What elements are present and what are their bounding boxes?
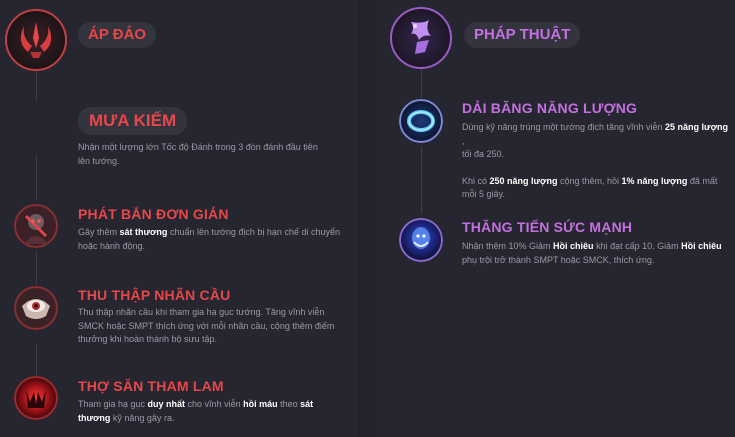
desc-line: Nhận một lượng lớn Tốc độ Đánh trong 3 đ… [78,142,318,152]
cheap-shot-icon[interactable] [14,204,58,248]
desc-line: hoặc hành động. [78,240,146,251]
rune-description: Dùng kỹ năng trúng một tướng địch tăng v… [462,121,732,202]
desc-line: lên tướng. [78,155,120,166]
desc-line: Thu thập nhãn cầu khi tham gia hạ gục tư… [78,307,325,317]
tree-connector-line [36,344,37,376]
rune-title: THU THẬP NHÃN CẦU [78,287,231,303]
rune-title: DẢI BĂNG NĂNG LƯỢNG [462,100,638,116]
domination-panel: ÁP ĐẢO MƯA KIẾM Nhận một lượng lớn Tốc đ… [0,0,358,437]
keystone-description: Nhận một lượng lớn Tốc độ Đánh trong 3 đ… [78,141,348,168]
tree-connector-line [36,155,37,200]
rune-title: THỢ SĂN THAM LAM [78,378,224,394]
keystone-title: MƯA KIẾM [78,107,188,135]
sorcery-tree-icon [389,6,453,70]
desc-line: thương kỹ năng gây ra. [78,412,175,423]
eyeball-collection-icon[interactable] [14,286,58,330]
rune-description: Tham gia hạ gục duy nhất cho vĩnh viễn h… [78,398,353,425]
rune-title: PHÁT BẮN ĐƠN GIẢN [78,206,229,222]
rune-description: Thu thập nhãn cầu khi tham gia hạ gục tư… [78,306,353,347]
desc-line: mỗi 5 giây. [462,189,505,199]
desc-line: Tham gia hạ gục duy nhất cho vĩnh viễn h… [78,399,314,409]
desc-line: Khi có 250 năng lượng cộng thêm, hồi 1% … [462,175,718,186]
desc-line: phụ trội trở thành SMPT hoặc SMCK, thích… [462,254,655,265]
ravenous-hunter-icon[interactable] [14,376,58,420]
rune-title: THĂNG TIẾN SỨC MẠNH [462,219,633,235]
desc-line: thưởng khi hoàn thành bộ sưu tập. [78,334,218,344]
tree-connector-line [421,146,422,214]
desc-line: tối đa 250. [462,149,505,159]
desc-line: SMCK hoặc SMPT thích ứng với mỗi nhãn cầ… [78,320,335,331]
manaflow-band-icon[interactable] [399,99,443,143]
tree-title: PHÁP THUẬT [464,22,581,48]
tree-title: ÁP ĐẢO [78,22,157,48]
sorcery-panel: PHÁP THUẬT DẢI BĂNG NĂNG LƯỢNG Dùng kỹ n… [376,0,735,437]
desc-line: Gây thêm sát thương chuẩn lên tướng địch… [78,227,340,237]
transcendence-icon[interactable] [399,218,443,262]
desc-line: Nhận thêm 10% Giảm Hồi chiêu khi đạt cấp… [462,241,722,251]
rune-description: Gây thêm sát thương chuẩn lên tướng địch… [78,226,353,253]
desc-line: Dùng kỹ năng trúng một tướng địch tăng v… [462,122,728,146]
tree-connector-line [36,252,37,284]
rune-description: Nhận thêm 10% Giảm Hồi chiêu khi đạt cấp… [462,240,732,267]
domination-tree-icon [4,8,68,72]
